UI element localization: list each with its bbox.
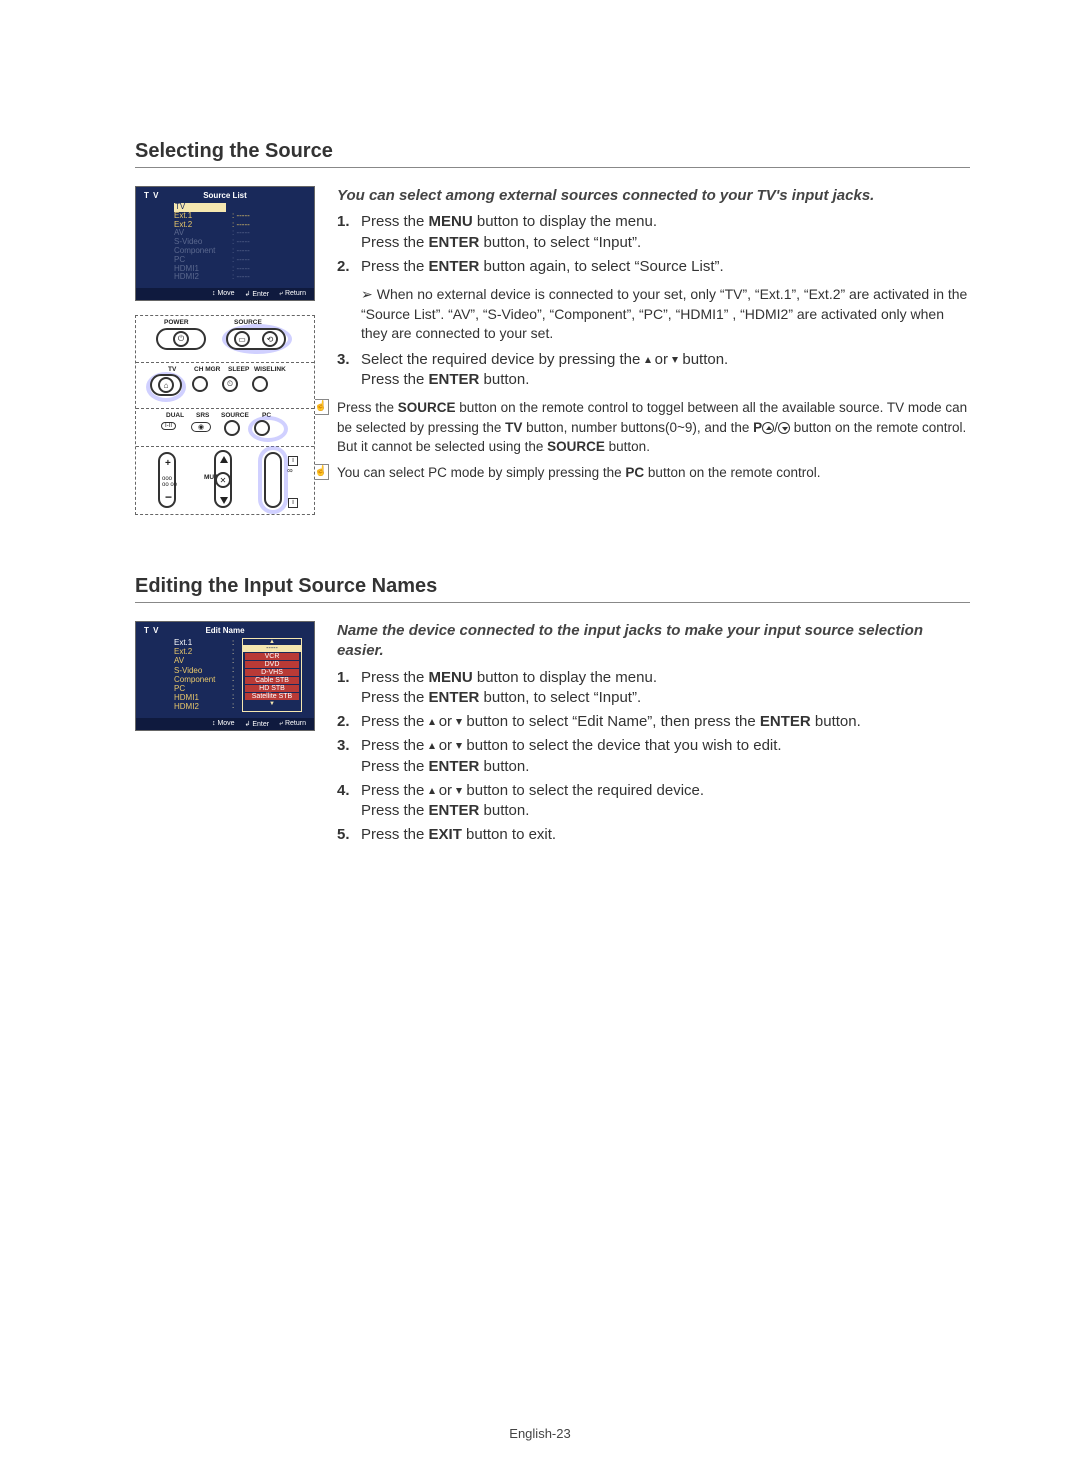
popup-selected: ----- — [243, 645, 301, 652]
osd-row: PC — [174, 684, 232, 693]
pc-button — [254, 420, 270, 436]
round-button: ⏲ — [222, 376, 238, 392]
popup-option: VCR — [245, 653, 299, 660]
step-num: 3. — [337, 736, 361, 777]
section-title-2: Editing the Input Source Names — [135, 575, 970, 603]
step-num: 1. — [337, 668, 361, 709]
tv-button-icon: ⌂ — [158, 377, 174, 393]
step-num: 2. — [337, 257, 361, 277]
step-body: Press the or button to select “Edit Name… — [361, 712, 970, 732]
osd-foot: ↕ Move↲ Enter⤶ Return — [136, 288, 314, 300]
power-icon: ⏻ — [173, 331, 189, 347]
source-icon: ⟲ — [262, 331, 278, 347]
step-num: 1. — [337, 212, 361, 253]
popup-option: Satellite STB — [245, 693, 299, 700]
label-srs: SRS — [196, 412, 209, 419]
hint-text: You can select PC mode by simply pressin… — [337, 463, 821, 483]
label-chmgr: CH MGR — [194, 366, 220, 373]
dots-icon: ooooo oo — [162, 476, 177, 488]
osd-row: S-Video — [174, 666, 232, 675]
osd-tv-label: T V — [144, 626, 159, 635]
osd-row: Ext.1 — [174, 638, 232, 647]
osd-title: Source List — [203, 191, 247, 200]
step-num: 3. — [337, 350, 361, 391]
osd-popup: ▲ ----- VCRDVDD-VHSCable STBHD STBSatell… — [242, 638, 302, 712]
source-button — [224, 420, 240, 436]
step-body: Press the EXIT button to exit. — [361, 825, 970, 845]
step-body: Press the or button to select the device… — [361, 736, 970, 777]
step-num: 2. — [337, 712, 361, 732]
srs-button: ◉ — [191, 422, 211, 432]
popup-option: Cable STB — [245, 677, 299, 684]
hint-icon: ☝ — [313, 399, 329, 415]
osd-row: Component — [174, 675, 232, 684]
step-num: 5. — [337, 825, 361, 845]
i-icon-2: i — [288, 498, 298, 508]
label-power: POWER — [164, 319, 189, 326]
osd-source-list: T V Source List TVExt.1: -----Ext.2: ---… — [135, 186, 315, 301]
subnote: ➢When no external device is connected to… — [361, 285, 970, 344]
step-body: Press the MENU button to display the men… — [361, 668, 970, 709]
hint-icon: ☝ — [313, 464, 329, 480]
nav-up-icon — [220, 456, 228, 463]
step-body: Press the or button to select the requir… — [361, 781, 970, 822]
osd-row: HDMI2: ----- — [174, 273, 306, 282]
nav-down-icon — [220, 497, 228, 504]
label-source2: SOURCE — [221, 412, 249, 419]
ch-up-icon — [762, 422, 774, 434]
popup-option: D-VHS — [245, 669, 299, 676]
osd-row: HDMI1 — [174, 693, 232, 702]
intro-2: Name the device connected to the input j… — [337, 621, 970, 662]
label-dual: DUAL — [166, 412, 184, 419]
intro-1: You can select among external sources co… — [337, 186, 970, 206]
plus-icon: + — [165, 458, 171, 469]
i-icon-1: i — [288, 456, 298, 466]
popup-option: HD STB — [245, 685, 299, 692]
osd-tv-label: T V — [144, 191, 159, 200]
label-sleep: SLEEP — [228, 366, 249, 373]
osd-row: Ext.2 — [174, 647, 232, 656]
step-num: 4. — [337, 781, 361, 822]
osd-row: HDMI2 — [174, 702, 232, 711]
step-body: Press the ENTER button again, to select … — [361, 257, 970, 277]
osd-foot: ↕ Move↲ Enter⤶ Return — [136, 718, 314, 730]
round-button — [252, 376, 268, 392]
note-arrow-icon: ➢ — [361, 286, 373, 302]
osd-edit-name: T V Edit Name Ext.1Ext.2AVS-VideoCompone… — [135, 621, 315, 731]
round-button — [192, 376, 208, 392]
popup-option: DVD — [245, 661, 299, 668]
mute-icon: ✕ — [215, 472, 231, 488]
ch-down-icon — [778, 422, 790, 434]
osd-title: Edit Name — [205, 626, 244, 635]
video-icon: ▭ — [234, 331, 250, 347]
dual-button: I-II — [161, 422, 176, 430]
section-title-1: Selecting the Source — [135, 140, 970, 168]
hint-text: Press the SOURCE button on the remote co… — [337, 398, 970, 457]
label-wiselink: WISELINK — [254, 366, 286, 373]
page-number: English-23 — [509, 1426, 570, 1441]
osd-row: AV — [174, 656, 232, 665]
step-body: Select the required device by pressing t… — [361, 350, 970, 391]
remote-illustration: POWER SOURCE ⏻ ▭ ⟲ TV CH MGR SLEEP WISEL… — [135, 315, 315, 515]
minus-icon: − — [165, 490, 172, 504]
step-body: Press the MENU button to display the men… — [361, 212, 970, 253]
